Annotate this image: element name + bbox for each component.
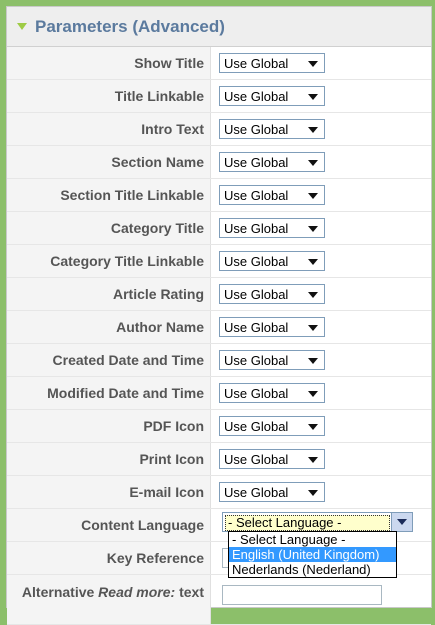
dropdown-arrow-icon xyxy=(308,61,318,67)
dropdown-arrow-icon xyxy=(308,292,318,298)
param-label: Section Name xyxy=(7,146,211,178)
param-label: Created Date and Time xyxy=(7,344,211,376)
select-value: Use Global xyxy=(224,55,289,71)
param-label: Article Rating xyxy=(7,278,211,310)
label-prefix: Alternative xyxy=(21,584,99,600)
param-select[interactable]: Use Global xyxy=(219,86,325,106)
param-row-article-rating: Article Rating Use Global xyxy=(7,278,431,311)
dropdown-arrow-icon xyxy=(308,226,318,232)
param-label: Content Language xyxy=(7,509,211,541)
select-value: Use Global xyxy=(224,253,289,269)
select-value: Use Global xyxy=(224,121,289,137)
param-select[interactable]: Use Global xyxy=(219,284,325,304)
param-select[interactable]: Use Global xyxy=(219,383,325,403)
param-label: Show Title xyxy=(7,47,211,79)
select-value: Use Global xyxy=(224,220,289,236)
param-row-email-icon: E-mail Icon Use Global xyxy=(7,476,431,509)
panel-header[interactable]: Parameters (Advanced) xyxy=(7,7,431,47)
dropdown-arrow-icon xyxy=(308,193,318,199)
select-value: Use Global xyxy=(224,187,289,203)
content-language-select[interactable]: - Select Language - xyxy=(222,512,413,532)
dropdown-arrow-icon xyxy=(308,94,318,100)
select-value: Use Global xyxy=(224,88,289,104)
select-value: - Select Language - xyxy=(225,515,390,531)
dropdown-arrow-icon xyxy=(308,457,318,463)
dropdown-arrow-icon xyxy=(308,127,318,133)
param-row-section-name: Section Name Use Global xyxy=(7,146,431,179)
param-label: Modified Date and Time xyxy=(7,377,211,409)
param-row-author-name: Author Name Use Global xyxy=(7,311,431,344)
dropdown-option[interactable]: Nederlands (Nederland) xyxy=(229,562,396,577)
param-select[interactable]: Use Global xyxy=(219,251,325,271)
select-value: Use Global xyxy=(224,319,289,335)
param-select[interactable]: Use Global xyxy=(219,449,325,469)
param-row-created-date: Created Date and Time Use Global xyxy=(7,344,431,377)
dropdown-arrow-icon xyxy=(308,424,318,430)
label-emphasis: Read more: xyxy=(98,584,176,600)
dropdown-option[interactable]: - Select Language - xyxy=(229,532,396,547)
param-label: PDF Icon xyxy=(7,410,211,442)
param-label: E-mail Icon xyxy=(7,476,211,508)
param-label: Intro Text xyxy=(7,113,211,145)
param-label: Category Title xyxy=(7,212,211,244)
param-select[interactable]: Use Global xyxy=(219,317,325,337)
dropdown-arrow-icon xyxy=(308,391,318,397)
select-value: Use Global xyxy=(224,385,289,401)
param-label: Author Name xyxy=(7,311,211,343)
param-row-section-title-linkable: Section Title Linkable Use Global xyxy=(7,179,431,212)
param-row-modified-date: Modified Date and Time Use Global xyxy=(7,377,431,410)
dropdown-arrow-icon xyxy=(308,490,318,496)
param-select[interactable]: Use Global xyxy=(219,152,325,172)
select-value: Use Global xyxy=(224,484,289,500)
param-row-intro-text: Intro Text Use Global xyxy=(7,113,431,146)
select-value: Use Global xyxy=(224,154,289,170)
dropdown-arrow-icon[interactable] xyxy=(391,513,412,531)
select-value: Use Global xyxy=(224,352,289,368)
param-row-alternative-read-more: Alternative Read more: text xyxy=(7,575,431,625)
language-dropdown-list: - Select Language - English (United King… xyxy=(228,531,397,578)
param-row-print-icon: Print Icon Use Global xyxy=(7,443,431,476)
dropdown-arrow-icon xyxy=(308,358,318,364)
param-label: Key Reference xyxy=(7,542,211,574)
dropdown-option-highlighted[interactable]: English (United Kingdom) xyxy=(229,547,396,562)
expand-triangle-icon xyxy=(17,23,27,30)
param-select[interactable]: Use Global xyxy=(219,119,325,139)
param-select[interactable]: Use Global xyxy=(219,416,325,436)
param-row-title-linkable: Title Linkable Use Global xyxy=(7,80,431,113)
param-select[interactable]: Use Global xyxy=(219,185,325,205)
select-value: Use Global xyxy=(224,286,289,302)
select-value: Use Global xyxy=(224,418,289,434)
dropdown-arrow-icon xyxy=(308,259,318,265)
select-value: Use Global xyxy=(224,451,289,467)
param-label: Title Linkable xyxy=(7,80,211,112)
param-label: Alternative Read more: text xyxy=(7,575,211,624)
alternative-read-more-input[interactable] xyxy=(222,585,382,605)
parameters-panel: Parameters (Advanced) Show Title Use Glo… xyxy=(6,6,432,625)
param-label: Section Title Linkable xyxy=(7,179,211,211)
param-row-category-title: Category Title Use Global xyxy=(7,212,431,245)
param-select[interactable]: Use Global xyxy=(219,482,325,502)
param-row-category-title-linkable: Category Title Linkable Use Global xyxy=(7,245,431,278)
param-select[interactable]: Use Global xyxy=(219,350,325,370)
param-select[interactable]: Use Global xyxy=(219,53,325,73)
label-suffix: text xyxy=(175,584,204,600)
param-label: Print Icon xyxy=(7,443,211,475)
param-row-pdf-icon: PDF Icon Use Global xyxy=(7,410,431,443)
panel-title: Parameters (Advanced) xyxy=(35,16,225,36)
dropdown-arrow-icon xyxy=(308,160,318,166)
param-select[interactable]: Use Global xyxy=(219,218,325,238)
dropdown-arrow-icon xyxy=(308,325,318,331)
param-label: Category Title Linkable xyxy=(7,245,211,277)
param-row-show-title: Show Title Use Global xyxy=(7,47,431,80)
